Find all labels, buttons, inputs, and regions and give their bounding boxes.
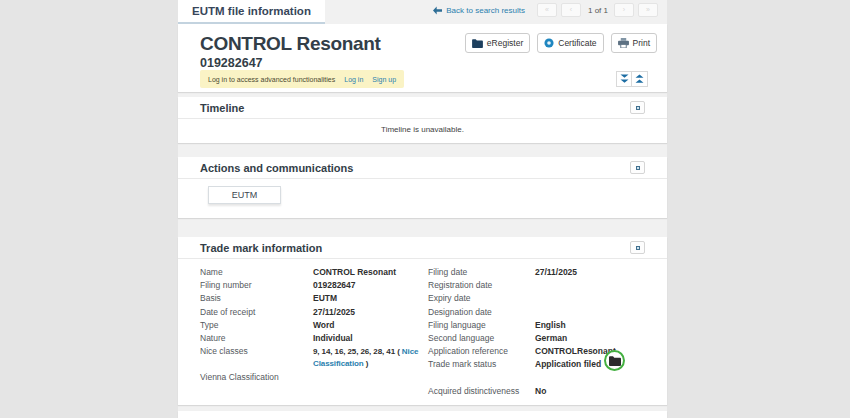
field-filing-language: Filing language English [428,319,653,332]
field-date-of-receipt: Date of receipt 27/11/2025 [200,306,450,319]
pagination: « ‹ 1 of 1 › » [533,3,658,17]
field-type: Type Word [200,319,450,332]
eutm-file-information-page: Back to search results « ‹ 1 of 1 › » EU… [0,0,850,418]
field-acquired-distinctiveness: Acquired distinctiveness No [428,385,653,398]
next-section-strip [178,411,667,418]
actions-section-title: Actions and communications [200,162,353,174]
timeline-collapse-button[interactable] [630,101,645,114]
first-page-button[interactable]: « [537,3,557,17]
actions-section-header: Actions and communications [178,157,667,179]
actions-section: Actions and communications EUTM [178,157,667,218]
field-registration-date: Registration date [428,279,653,292]
login-notice-bar: Log in to access advanced functionalitie… [200,70,404,88]
expand-collapse-controls [616,71,648,87]
collapse-icon [636,166,640,170]
field-name: Name CONTROL Resonant [200,266,450,279]
print-button[interactable]: Print [611,33,657,53]
header-actions: eRegister Certificate Print [465,33,657,53]
collapse-icon [636,106,640,110]
timeline-section: Timeline Timeline is unavailable. [178,97,667,143]
field-filing-date: Filing date 27/11/2025 [428,266,653,279]
field-nature: Nature Individual [200,332,450,345]
expand-all-button[interactable] [632,71,648,87]
trademark-right-column: Filing date 27/11/2025 Registration date… [428,266,653,398]
field-vienna-classification: Vienna Classification [200,371,450,384]
login-notice-text: Log in to access advanced functionalitie… [208,76,335,83]
trademark-info-section: Trade mark information Name CONTROL Reso… [178,237,667,405]
application-number: 019282647 [200,56,263,70]
trademark-header-card: CONTROL Resonant 019282647 eRegister Cer… [178,24,667,92]
trademark-left-column: Name CONTROL Resonant Filing number 0192… [200,266,450,384]
trademark-title: CONTROL Resonant [200,33,381,55]
folder-icon [472,39,483,48]
field-nice-classes: Nice classes 9, 14, 16, 25, 26, 28, 41 (… [200,345,450,371]
certificate-label: Certificate [558,38,596,48]
actions-tab-eutm[interactable]: EUTM [208,186,281,204]
page-indicator: 1 of 1 [588,6,608,15]
back-arrow-icon [433,6,442,15]
next-page-button[interactable]: › [614,3,634,17]
log-in-link[interactable]: Log in [344,76,363,83]
field-expiry-date: Expiry date [428,292,653,305]
double-chevron-up-icon [635,74,644,84]
double-chevron-down-icon [620,74,629,84]
sign-up-link[interactable]: Sign up [372,76,396,83]
content-column: EUTM file information CONTROL Resonant 0… [178,0,667,418]
field-second-language: Second language German [428,332,653,345]
trademark-collapse-button[interactable] [630,241,645,254]
back-to-search-results-link[interactable]: Back to search results [446,6,525,15]
timeline-section-header: Timeline [178,97,667,119]
nice-classes-values: 9, 14, 16, 25, 26, 28, 41 ( [313,347,402,356]
trademark-info-title: Trade mark information [200,242,322,254]
eregister-button[interactable]: eRegister [465,33,530,53]
trademark-info-header: Trade mark information [178,237,667,259]
collapse-all-button[interactable] [616,71,632,87]
collapse-icon [636,246,640,250]
tab-eutm-file-information[interactable]: EUTM file information [178,0,325,24]
field-basis: Basis EUTM [200,292,450,305]
certificate-button[interactable]: Certificate [537,33,603,53]
printer-icon [618,38,629,48]
actions-collapse-button[interactable] [630,161,645,174]
timeline-unavailable-message: Timeline is unavailable. [178,125,667,134]
print-label: Print [633,38,650,48]
previous-page-button[interactable]: ‹ [561,3,581,17]
last-page-button[interactable]: » [638,3,658,17]
timeline-section-title: Timeline [200,102,244,114]
field-filing-number: Filing number 019282647 [200,279,450,292]
results-toolbar: Back to search results « ‹ 1 of 1 › » [433,3,658,17]
field-designation-date: Designation date [428,306,653,319]
application-filed-status-icon [604,350,625,371]
certificate-icon [544,38,554,48]
eregister-label: eRegister [487,38,523,48]
